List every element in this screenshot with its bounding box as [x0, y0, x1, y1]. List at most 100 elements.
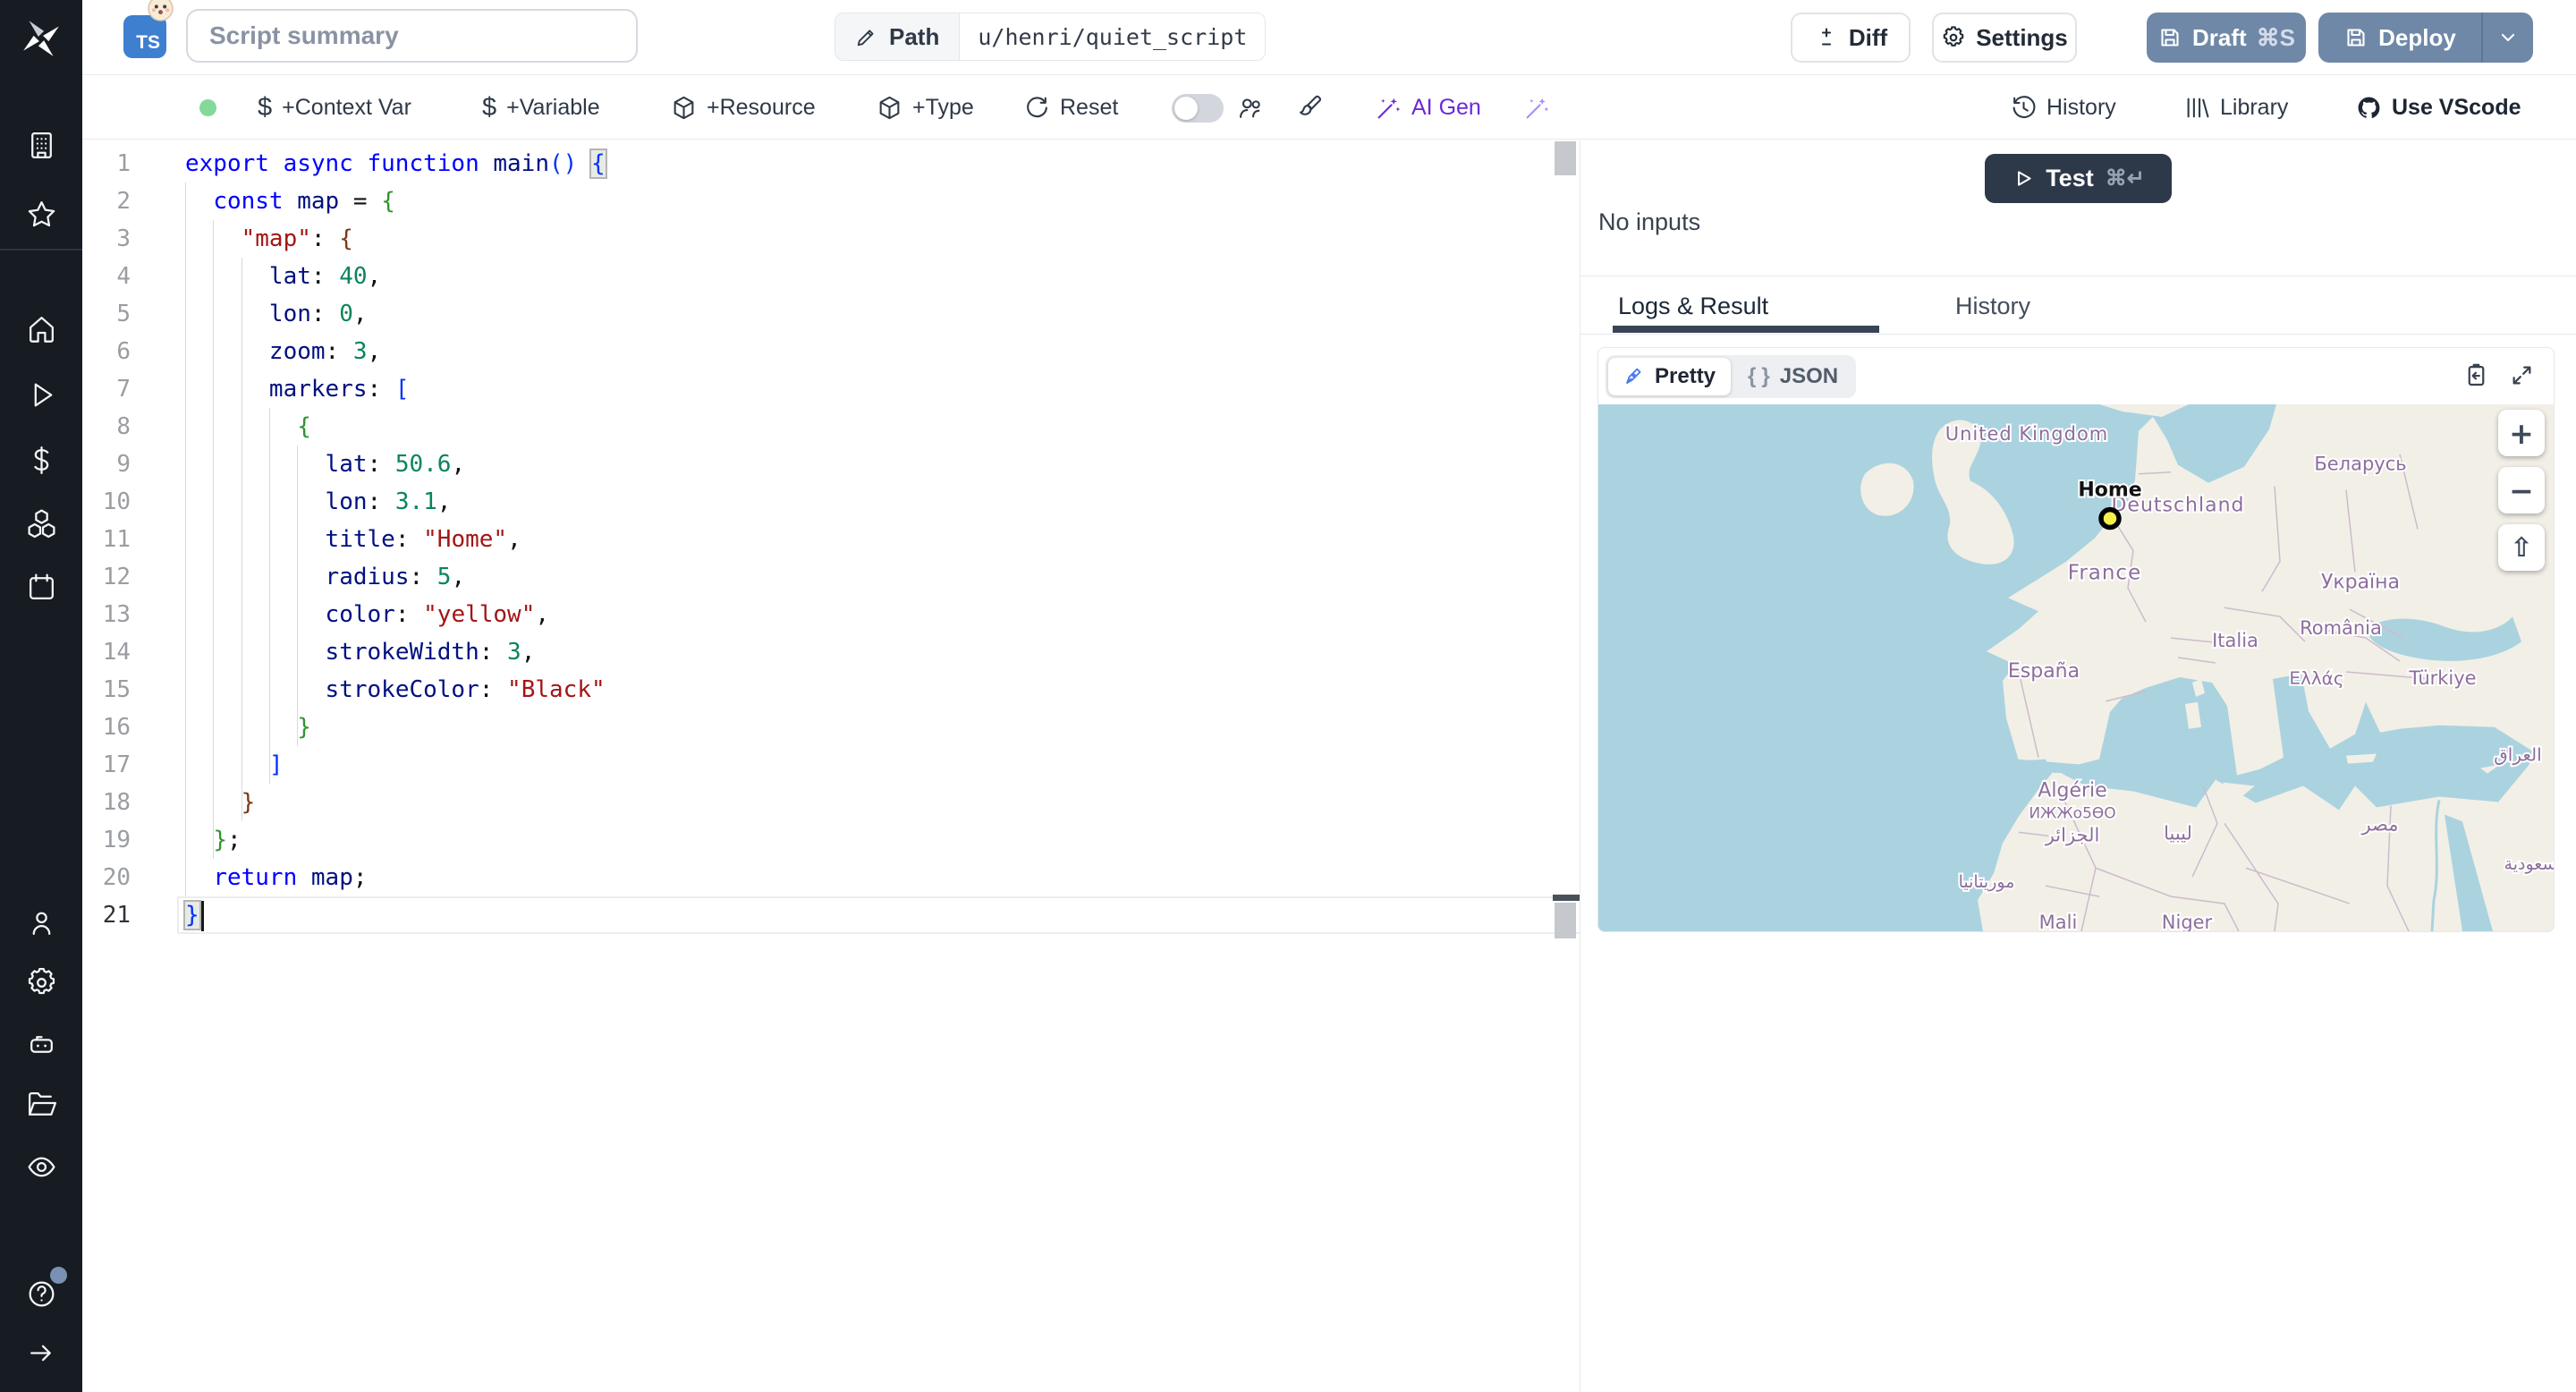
script-summary-input[interactable] — [186, 9, 638, 63]
sidebar-item-gear-icon[interactable] — [21, 963, 61, 1002]
settings-button[interactable]: Settings — [1932, 13, 2077, 63]
diff-button[interactable]: Diff — [1791, 13, 1911, 63]
line-number: 12 — [102, 564, 131, 590]
braces-icon: { } — [1748, 364, 1772, 388]
line-number: 16 — [102, 714, 131, 741]
map-country-label: France — [2068, 561, 2141, 584]
chevron-down-icon[interactable] — [2483, 25, 2533, 50]
divider — [1580, 334, 2576, 335]
pencil-icon — [855, 25, 878, 48]
ai-gen-button[interactable]: AI Gen — [1376, 76, 1481, 140]
view-json[interactable]: { } JSON — [1733, 358, 1853, 395]
code-line-2[interactable]: 2 const map = { — [82, 182, 1580, 220]
sidebar-item-dollar-icon[interactable] — [21, 440, 61, 480]
draft-button[interactable]: Draft ⌘S — [2147, 13, 2306, 63]
history-button[interactable]: History — [2011, 76, 2116, 140]
sidebar-item-user-icon[interactable] — [21, 903, 61, 942]
code-line-13[interactable]: 13 color: "yellow", — [82, 596, 1580, 633]
map-country-label: Mali — [2039, 912, 2078, 931]
sidebar-item-play-icon[interactable] — [21, 375, 61, 414]
toolbar: $ +Context Var $ +Variable +Resource +Type… — [82, 76, 2576, 140]
package-icon — [671, 95, 697, 121]
path-label: Path — [889, 22, 940, 50]
code-line-18[interactable]: 18 } — [82, 784, 1580, 821]
code-line-11[interactable]: 11 title: "Home", — [82, 521, 1580, 558]
map-marker-home[interactable] — [2098, 506, 2122, 530]
path-group[interactable]: Path u/henri/quiet_script — [835, 13, 1267, 61]
expand-icon[interactable] — [2508, 361, 2536, 389]
ai-fix-button[interactable] — [1524, 76, 1550, 140]
result-card: Pretty { } JSON United Kingdom Беларусь … — [1597, 347, 2555, 932]
code-line-15[interactable]: 15 strokeColor: "Black" — [82, 671, 1580, 709]
line-number: 21 — [102, 902, 131, 929]
use-vscode-button[interactable]: Use VScode — [2356, 76, 2521, 140]
sidebar-item-calendar-icon[interactable] — [21, 567, 61, 607]
map-country-label: Ελλάς — [2289, 667, 2343, 689]
save-icon — [2157, 25, 2182, 50]
copy-to-clipboard-icon[interactable] — [2462, 361, 2490, 389]
map-fit-bounds-button[interactable]: ⇧ — [2498, 524, 2545, 571]
run-panel: Test ⌘↵ No inputs Logs & Result History … — [1580, 140, 2576, 1392]
sidebar-item-eye-icon[interactable] — [21, 1147, 61, 1186]
sidebar-item-help-icon[interactable] — [21, 1267, 67, 1313]
save-icon — [2343, 25, 2368, 50]
code-line-7[interactable]: 7 markers: [ — [82, 370, 1580, 408]
map-country-label: موريتانيا — [1959, 872, 2015, 892]
code-line-21[interactable]: 21} — [82, 896, 1580, 934]
code-line-8[interactable]: 8 { — [82, 408, 1580, 446]
add-variable-button[interactable]: $ +Variable — [482, 76, 600, 140]
diff-icon — [1814, 25, 1839, 50]
face-emoji-icon — [147, 0, 174, 22]
editor-scrollbar[interactable] — [1555, 141, 1576, 175]
format-button[interactable] — [1297, 76, 1323, 140]
code-line-9[interactable]: 9 lat: 50.6, — [82, 446, 1580, 483]
sidebar-divider — [0, 249, 82, 250]
code-line-3[interactable]: 3 "map": { — [82, 220, 1580, 258]
multiplayer-toggle[interactable] — [1172, 93, 1224, 123]
view-pretty[interactable]: Pretty — [1608, 358, 1732, 395]
code-line-17[interactable]: 17 ] — [82, 746, 1580, 784]
code-line-1[interactable]: 1 export async function main() { — [82, 145, 1580, 182]
sidebar-item-robot-icon[interactable] — [21, 1024, 61, 1064]
line-number: 8 — [116, 413, 131, 440]
windmill-logo-icon[interactable] — [20, 16, 63, 59]
map-marker-label: Home — [2078, 480, 2141, 502]
add-context-var-button[interactable]: $ +Context Var — [258, 76, 411, 140]
sidebar-item-folder-open-icon[interactable] — [21, 1084, 61, 1124]
library-button[interactable]: Library — [2184, 76, 2288, 140]
map-zoom-in-button[interactable]: + — [2498, 410, 2545, 456]
deploy-button[interactable]: Deploy — [2318, 13, 2533, 63]
sidebar-item-home-icon[interactable] — [21, 309, 61, 348]
line-number: 14 — [102, 639, 131, 666]
code-line-16[interactable]: 16 } — [82, 709, 1580, 746]
map-country-label: Italia — [2212, 630, 2258, 651]
reset-icon — [1024, 95, 1050, 121]
status-dot — [199, 99, 216, 116]
no-inputs-label: No inputs — [1598, 208, 1701, 235]
code-line-5[interactable]: 5 lon: 0, — [82, 295, 1580, 333]
code-line-20[interactable]: 20 return map; — [82, 859, 1580, 896]
reset-button[interactable]: Reset — [1024, 76, 1118, 140]
tab-history[interactable]: History — [1955, 293, 2030, 320]
pen-icon — [1623, 365, 1647, 388]
add-resource-button[interactable]: +Resource — [671, 76, 816, 140]
map-country-label: España — [2008, 660, 2080, 683]
sidebar-item-boxes-icon[interactable] — [21, 503, 61, 542]
sidebar-item-star-icon[interactable] — [21, 194, 61, 233]
sidebar-item-arrow-right-icon[interactable] — [21, 1333, 61, 1372]
map-zoom-out-button[interactable]: − — [2498, 467, 2545, 514]
sidebar-item-building-icon[interactable] — [21, 125, 61, 165]
scrollbar-cursor-marker — [1553, 895, 1580, 901]
code-line-14[interactable]: 14 strokeWidth: 3, — [82, 633, 1580, 671]
result-map[interactable]: United Kingdom Беларусь Deutschland France У… — [1598, 404, 2554, 931]
code-line-10[interactable]: 10 lon: 3.1, — [82, 483, 1580, 521]
sparkles-icon — [1524, 95, 1550, 121]
tab-logs-result[interactable]: Logs & Result — [1618, 293, 1768, 320]
code-line-6[interactable]: 6 zoom: 3, — [82, 333, 1580, 370]
code-line-19[interactable]: 19 }; — [82, 821, 1580, 859]
add-type-button[interactable]: +Type — [877, 76, 974, 140]
code-line-4[interactable]: 4 lat: 40, — [82, 258, 1580, 295]
code-line-12[interactable]: 12 radius: 5, — [82, 558, 1580, 596]
test-button[interactable]: Test ⌘↵ — [1985, 154, 2172, 203]
code-editor[interactable]: 1 export async function main() {2 const m… — [82, 140, 1580, 1392]
